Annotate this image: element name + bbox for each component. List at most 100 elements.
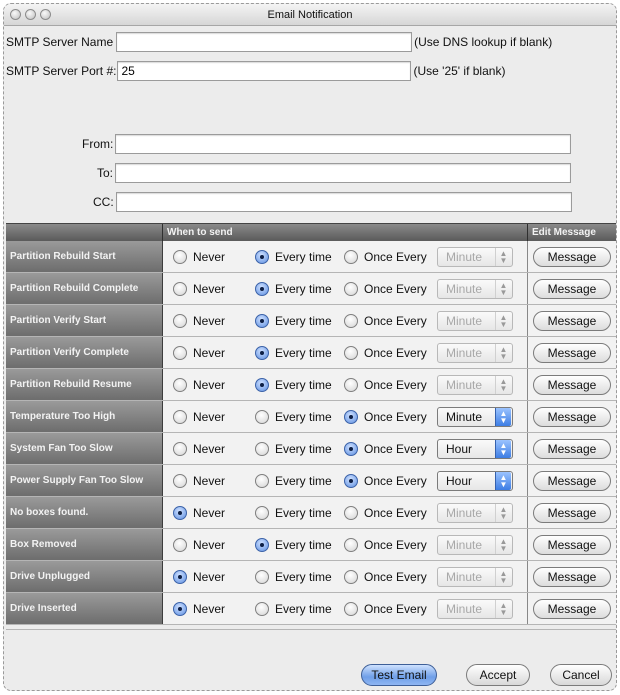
minimize-window-icon[interactable] (25, 9, 36, 20)
stepper-arrows-icon[interactable]: ▲ ▼ (495, 599, 511, 618)
message-button[interactable]: Message (533, 246, 611, 267)
radio-once-icon[interactable] (344, 601, 358, 616)
radio-once[interactable]: Once Every (344, 249, 437, 264)
stepper-arrows-icon[interactable]: ▲ ▼ (495, 343, 511, 362)
radio-every-icon[interactable] (255, 249, 269, 264)
radio-once-icon[interactable] (344, 569, 358, 584)
radio-once[interactable]: Once Every (344, 473, 437, 488)
radio-every-icon[interactable] (255, 281, 269, 296)
radio-never[interactable]: Never (173, 249, 255, 264)
radio-every-icon[interactable] (255, 441, 269, 456)
radio-once[interactable]: Once Every (344, 601, 437, 616)
radio-once-icon[interactable] (344, 441, 358, 456)
radio-never-icon[interactable] (173, 377, 187, 392)
from-input[interactable] (115, 134, 572, 154)
interval-select[interactable]: Hour ▲ ▼ (437, 470, 513, 491)
message-button[interactable]: Message (533, 598, 611, 619)
stepper-arrows-icon[interactable]: ▲ ▼ (495, 375, 511, 394)
radio-once[interactable]: Once Every (344, 409, 437, 424)
radio-never[interactable]: Never (173, 281, 255, 296)
interval-select[interactable]: Minute ▲ ▼ (437, 310, 513, 331)
stepper-arrows-icon[interactable]: ▲ ▼ (495, 567, 511, 586)
message-button[interactable]: Message (533, 374, 611, 395)
radio-once-icon[interactable] (344, 473, 358, 488)
interval-select[interactable]: Minute ▲ ▼ (437, 374, 513, 395)
radio-once[interactable]: Once Every (344, 441, 437, 456)
radio-every[interactable]: Every time (255, 569, 344, 584)
zoom-window-icon[interactable] (40, 9, 51, 20)
radio-once-icon[interactable] (344, 281, 358, 296)
cancel-button[interactable]: Cancel (550, 664, 612, 686)
radio-never-icon[interactable] (173, 601, 187, 616)
interval-select[interactable]: Minute ▲ ▼ (437, 502, 513, 523)
radio-once-icon[interactable] (344, 537, 358, 552)
radio-every[interactable]: Every time (255, 409, 344, 424)
stepper-arrows-icon[interactable]: ▲ ▼ (495, 407, 511, 426)
radio-never-icon[interactable] (173, 569, 187, 584)
radio-once[interactable]: Once Every (344, 345, 437, 360)
radio-once-icon[interactable] (344, 505, 358, 520)
radio-once-icon[interactable] (344, 409, 358, 424)
radio-never-icon[interactable] (173, 313, 187, 328)
message-button[interactable]: Message (533, 310, 611, 331)
close-window-icon[interactable] (10, 9, 21, 20)
radio-every-icon[interactable] (255, 313, 269, 328)
interval-select[interactable]: Minute ▲ ▼ (437, 598, 513, 619)
radio-never-icon[interactable] (173, 345, 187, 360)
radio-every[interactable]: Every time (255, 281, 344, 296)
radio-never-icon[interactable] (173, 281, 187, 296)
accept-button[interactable]: Accept (466, 664, 530, 686)
message-button[interactable]: Message (533, 438, 611, 459)
radio-once-icon[interactable] (344, 313, 358, 328)
title-bar[interactable]: Email Notification (4, 4, 616, 26)
stepper-arrows-icon[interactable]: ▲ ▼ (495, 439, 511, 458)
radio-once-icon[interactable] (344, 345, 358, 360)
message-button[interactable]: Message (533, 470, 611, 491)
radio-once[interactable]: Once Every (344, 505, 437, 520)
radio-every-icon[interactable] (255, 601, 269, 616)
radio-never[interactable]: Never (173, 601, 255, 616)
interval-select[interactable]: Minute ▲ ▼ (437, 534, 513, 555)
radio-once[interactable]: Once Every (344, 281, 437, 296)
radio-never-icon[interactable] (173, 441, 187, 456)
radio-every-icon[interactable] (255, 345, 269, 360)
interval-select[interactable]: Minute ▲ ▼ (437, 342, 513, 363)
radio-every[interactable]: Every time (255, 377, 344, 392)
radio-every[interactable]: Every time (255, 249, 344, 264)
radio-never-icon[interactable] (173, 473, 187, 488)
radio-once-icon[interactable] (344, 249, 358, 264)
radio-every[interactable]: Every time (255, 601, 344, 616)
radio-never[interactable]: Never (173, 409, 255, 424)
radio-never[interactable]: Never (173, 313, 255, 328)
smtp-server-input[interactable] (116, 32, 413, 52)
stepper-arrows-icon[interactable]: ▲ ▼ (495, 471, 511, 490)
radio-never[interactable]: Never (173, 377, 255, 392)
interval-select[interactable]: Minute ▲ ▼ (437, 278, 513, 299)
radio-every[interactable]: Every time (255, 345, 344, 360)
radio-every-icon[interactable] (255, 569, 269, 584)
message-button[interactable]: Message (533, 502, 611, 523)
radio-every-icon[interactable] (255, 377, 269, 392)
cc-input[interactable] (115, 192, 572, 212)
message-button[interactable]: Message (533, 566, 611, 587)
radio-every[interactable]: Every time (255, 505, 344, 520)
radio-never[interactable]: Never (173, 569, 255, 584)
message-button[interactable]: Message (533, 534, 611, 555)
radio-never[interactable]: Never (173, 473, 255, 488)
stepper-arrows-icon[interactable]: ▲ ▼ (495, 279, 511, 298)
interval-select[interactable]: Minute ▲ ▼ (437, 246, 513, 267)
radio-every-icon[interactable] (255, 537, 269, 552)
radio-every-icon[interactable] (255, 409, 269, 424)
message-button[interactable]: Message (533, 278, 611, 299)
radio-never-icon[interactable] (173, 505, 187, 520)
radio-once[interactable]: Once Every (344, 537, 437, 552)
radio-every-icon[interactable] (255, 505, 269, 520)
stepper-arrows-icon[interactable]: ▲ ▼ (495, 311, 511, 330)
radio-once-icon[interactable] (344, 377, 358, 392)
stepper-arrows-icon[interactable]: ▲ ▼ (495, 503, 511, 522)
radio-never[interactable]: Never (173, 537, 255, 552)
to-input[interactable] (115, 163, 572, 183)
stepper-arrows-icon[interactable]: ▲ ▼ (495, 247, 511, 266)
radio-every-icon[interactable] (255, 473, 269, 488)
radio-never[interactable]: Never (173, 345, 255, 360)
